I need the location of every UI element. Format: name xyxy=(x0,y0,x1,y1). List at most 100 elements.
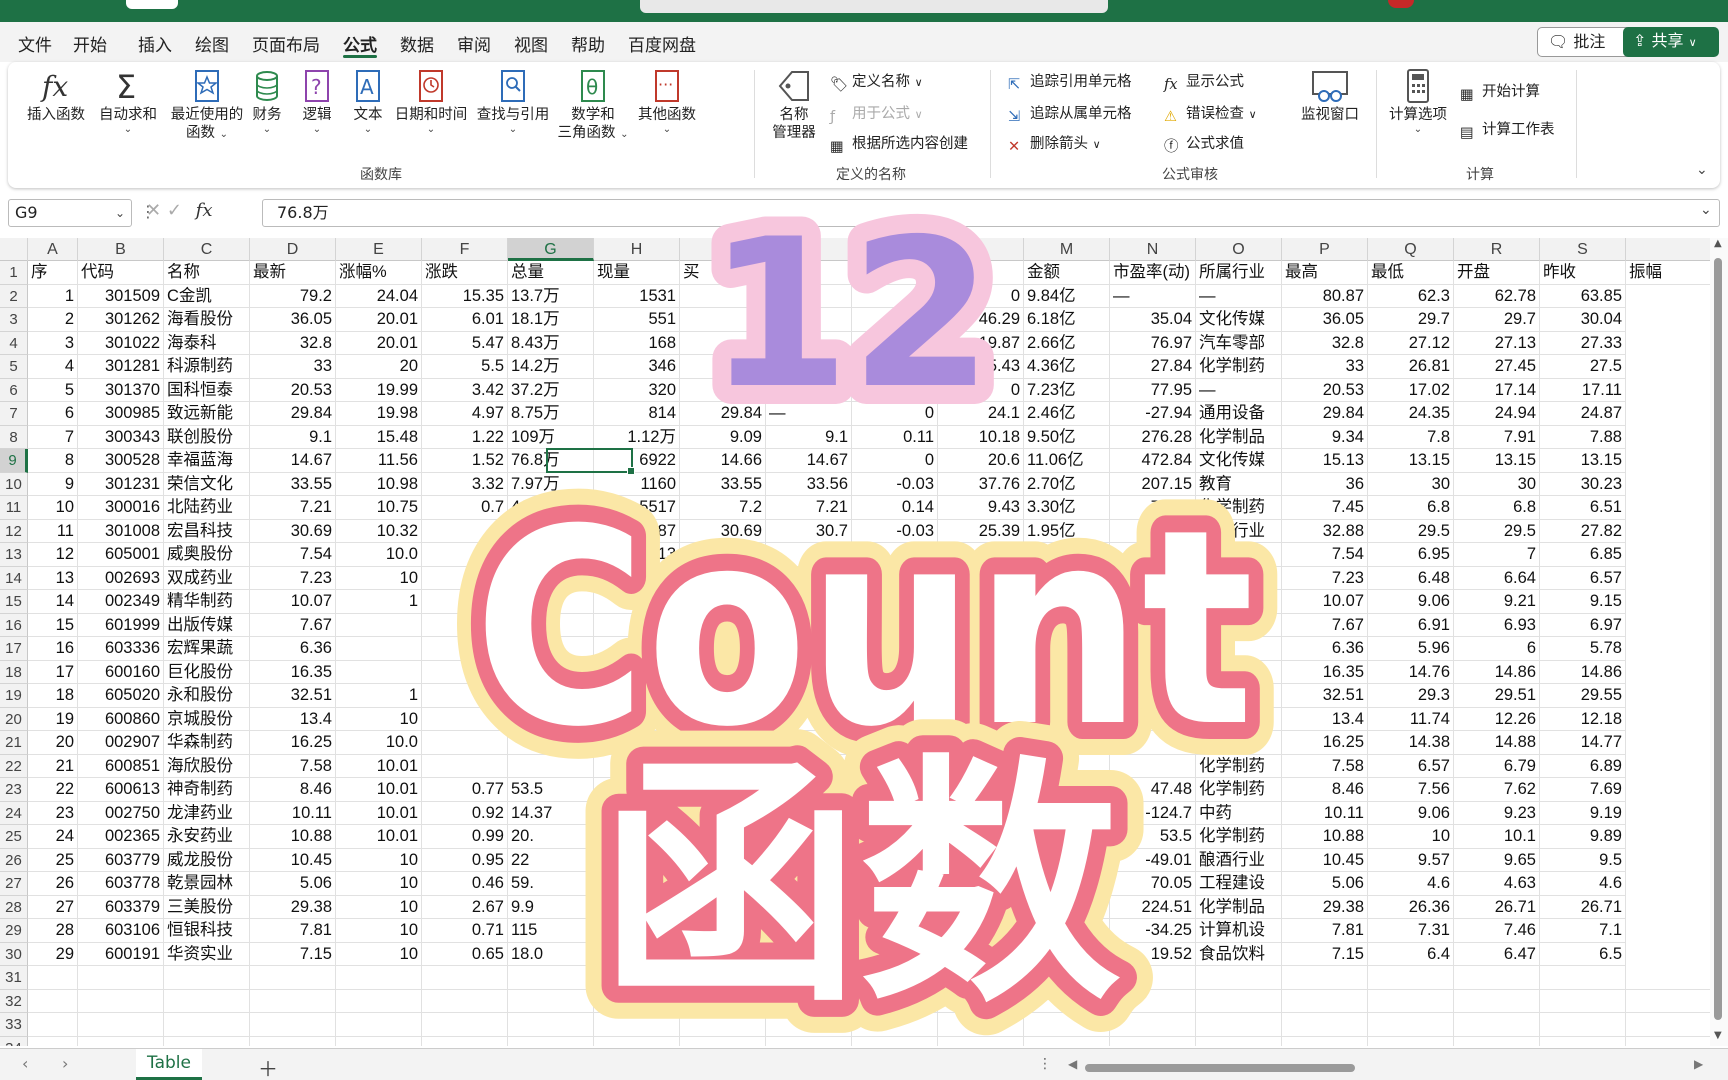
table-cell[interactable]: 10 xyxy=(336,942,422,966)
table-cell[interactable]: 29.7 xyxy=(1454,308,1540,332)
empty-cell[interactable] xyxy=(938,966,1024,990)
table-cell[interactable] xyxy=(852,731,938,755)
table-cell[interactable]: 6.47 xyxy=(1454,942,1540,966)
table-cell[interactable]: 301262 xyxy=(78,308,164,332)
empty-cell[interactable] xyxy=(1196,1036,1282,1046)
row-header[interactable]: 23 xyxy=(0,778,28,802)
table-cell[interactable]: 19.98 xyxy=(336,402,422,426)
empty-cell[interactable] xyxy=(250,966,336,990)
table-cell[interactable]: 4.63 xyxy=(1454,872,1540,896)
table-cell[interactable]: 14.66 xyxy=(680,449,766,473)
table-cell[interactable] xyxy=(508,754,594,778)
trace-precedents-button[interactable]: ⇱ 追踪引用单元格 xyxy=(1008,72,1132,93)
column-header[interactable]: P xyxy=(1282,238,1368,261)
column-header[interactable]: C xyxy=(164,238,250,261)
empty-cell[interactable] xyxy=(938,1036,1024,1046)
table-header-cell[interactable]: 金额 xyxy=(1024,261,1110,285)
table-cell[interactable]: 70.05 xyxy=(1110,872,1196,896)
empty-cell[interactable] xyxy=(680,1013,766,1037)
table-cell[interactable]: 10.18 xyxy=(938,425,1024,449)
table-cell[interactable]: 16.35 xyxy=(250,660,336,684)
table-cell[interactable]: 汽车零部 xyxy=(1196,331,1282,355)
table-cell[interactable]: 301022 xyxy=(78,331,164,355)
table-cell[interactable]: 7 xyxy=(28,425,78,449)
table-cell[interactable]: 20.53 xyxy=(250,378,336,402)
empty-cell[interactable] xyxy=(766,989,852,1013)
table-cell[interactable]: 30 xyxy=(1368,472,1454,496)
table-cell[interactable]: 30.04 xyxy=(1540,308,1626,332)
table-cell[interactable] xyxy=(422,660,508,684)
table-cell[interactable]: 致远新能 xyxy=(164,402,250,426)
table-cell[interactable] xyxy=(594,707,680,731)
table-cell[interactable]: 文化传媒 xyxy=(1196,308,1282,332)
table-cell[interactable]: 6.4 xyxy=(1368,942,1454,966)
table-cell[interactable]: 29.51 xyxy=(1454,684,1540,708)
table-cell[interactable] xyxy=(852,778,938,802)
table-cell[interactable]: 威龙股份 xyxy=(164,848,250,872)
row-header[interactable]: 12 xyxy=(0,519,28,543)
table-cell[interactable] xyxy=(336,637,422,661)
table-cell[interactable] xyxy=(852,942,938,966)
table-cell[interactable]: 制品 xyxy=(1196,684,1282,708)
table-cell[interactable]: 14.37 xyxy=(508,801,594,825)
table-header-cell[interactable] xyxy=(766,261,852,285)
row-header[interactable]: 2 xyxy=(0,284,28,308)
table-cell[interactable]: 887 xyxy=(594,519,680,543)
empty-cell[interactable] xyxy=(1368,989,1454,1013)
table-cell[interactable] xyxy=(1024,684,1110,708)
table-cell[interactable] xyxy=(1110,684,1196,708)
table-cell[interactable]: 0 xyxy=(938,284,1024,308)
table-cell[interactable] xyxy=(594,919,680,943)
table-cell[interactable] xyxy=(508,731,594,755)
table-cell[interactable]: 19.52 xyxy=(1110,942,1196,966)
table-cell[interactable] xyxy=(680,731,766,755)
empty-cell[interactable] xyxy=(508,966,594,990)
watch-window-button[interactable]: 监视窗口 xyxy=(1294,68,1366,124)
table-cell[interactable]: 18.1万 xyxy=(508,308,594,332)
table-cell[interactable]: 11.74 xyxy=(1368,707,1454,731)
table-cell[interactable]: — xyxy=(1196,284,1282,308)
table-cell[interactable]: 11 xyxy=(28,519,78,543)
table-cell[interactable] xyxy=(852,895,938,919)
row-header[interactable]: 34 xyxy=(0,1036,28,1046)
table-cell[interactable]: 002750 xyxy=(78,801,164,825)
table-cell[interactable] xyxy=(1024,637,1110,661)
table-cell[interactable]: 10 xyxy=(336,848,422,872)
table-cell[interactable]: 33 xyxy=(250,355,336,379)
table-header-cell[interactable]: 最低 xyxy=(1368,261,1454,285)
empty-cell[interactable] xyxy=(1110,1036,1196,1046)
table-cell[interactable]: 002693 xyxy=(78,566,164,590)
table-cell[interactable]: — xyxy=(766,402,852,426)
table-cell[interactable]: 出版传媒 xyxy=(164,613,250,637)
table-cell[interactable] xyxy=(938,825,1024,849)
table-cell[interactable]: 1 xyxy=(28,284,78,308)
empty-cell[interactable] xyxy=(680,1036,766,1046)
table-header-cell[interactable]: 现量 xyxy=(594,261,680,285)
table-cell[interactable]: 301509 xyxy=(78,284,164,308)
table-cell[interactable] xyxy=(594,660,680,684)
table-cell[interactable] xyxy=(1196,590,1282,614)
cancel-icon[interactable]: ✕ xyxy=(146,200,161,221)
logical-button[interactable]: ? 逻辑 ⌄ xyxy=(292,68,342,136)
expand-formula-bar-icon[interactable]: ⌄ xyxy=(1700,202,1712,218)
table-cell[interactable]: 0 xyxy=(852,308,938,332)
table-cell[interactable]: 32.51 xyxy=(1282,684,1368,708)
table-cell[interactable] xyxy=(1024,848,1110,872)
table-header-cell[interactable]: 最新 xyxy=(250,261,336,285)
table-cell[interactable]: 22 xyxy=(28,778,78,802)
column-header[interactable]: B xyxy=(78,238,164,261)
table-cell[interactable]: 7.23 xyxy=(1282,566,1368,590)
table-cell[interactable]: — xyxy=(1110,284,1196,308)
table-cell[interactable]: 1531 xyxy=(594,284,680,308)
table-cell[interactable]: 6 xyxy=(1454,637,1540,661)
column-header[interactable]: E xyxy=(336,238,422,261)
worksheet-grid[interactable]: ABCDEFGHIJKLMNOPQRS 1 2 3 4 5 6 7 8 9 10 11 12 13 14 1… xyxy=(0,238,1718,1046)
table-cell[interactable]: 10.32 xyxy=(336,519,422,543)
table-cell[interactable]: 59. xyxy=(508,872,594,896)
chevron-down-icon[interactable]: ⌄ xyxy=(115,200,125,226)
table-cell[interactable]: 600191 xyxy=(78,942,164,966)
more-functions-button[interactable]: ··· 其他函数 ⌄ xyxy=(628,68,706,136)
table-cell[interactable] xyxy=(422,754,508,778)
table-cell[interactable] xyxy=(766,613,852,637)
table-cell[interactable]: 26.71 xyxy=(1540,895,1626,919)
